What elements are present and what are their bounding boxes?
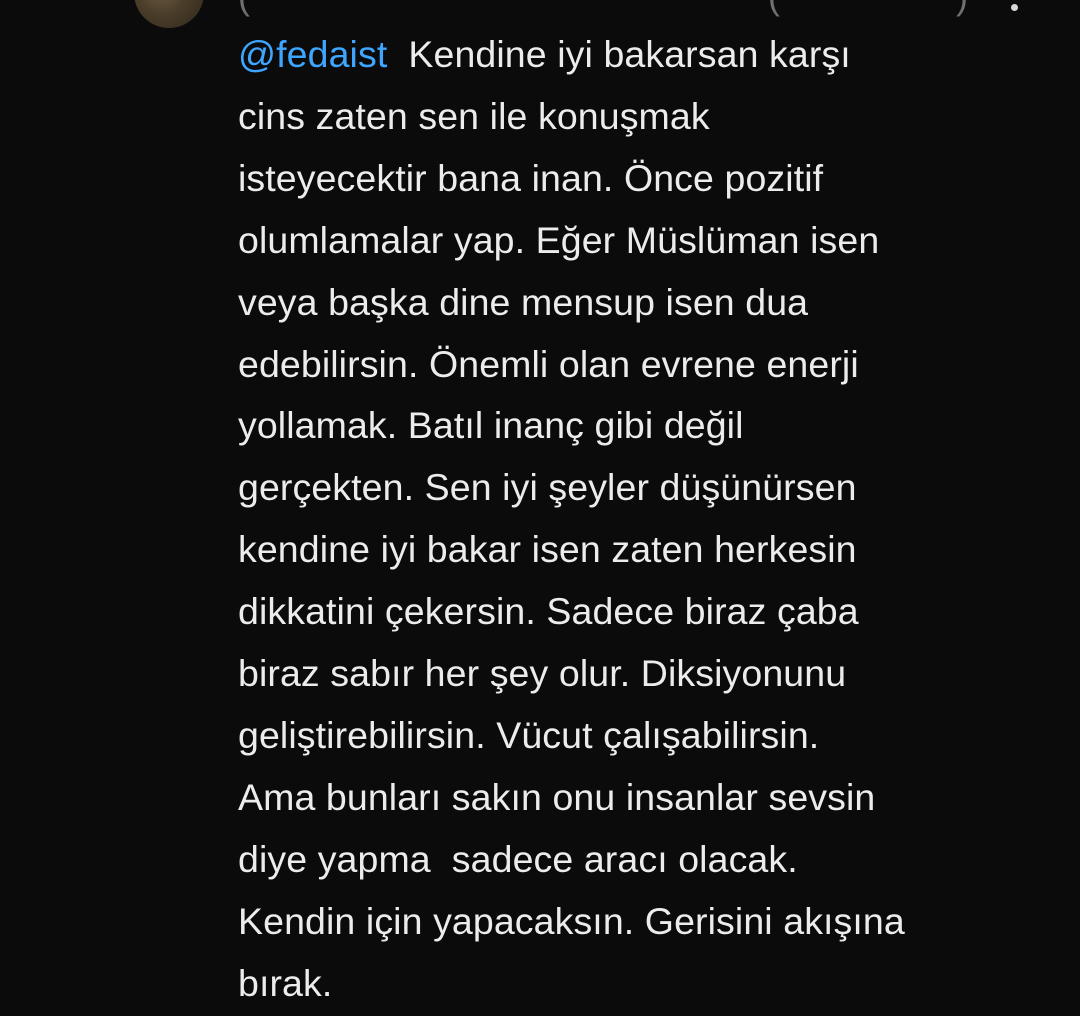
header-glyph: )	[956, 0, 968, 15]
comment-text: Kendine iyi bakarsan karşı cins zaten se…	[238, 33, 905, 1004]
more-vertical-icon[interactable]	[1002, 0, 1026, 20]
header-glyph: (	[238, 0, 250, 15]
comment-header-partial: ( ( )	[238, 0, 978, 15]
avatar[interactable]	[134, 0, 204, 28]
comment-body: @fedaist Kendine iyi bakarsan karşı cins…	[238, 24, 1008, 1015]
comment-item: ( ( ) @fedaist Kendine iyi bakarsan karş…	[0, 0, 1080, 1016]
mention-link[interactable]: @fedaist	[238, 33, 387, 75]
more-dot	[1011, 4, 1018, 11]
header-glyph: (	[768, 0, 780, 15]
